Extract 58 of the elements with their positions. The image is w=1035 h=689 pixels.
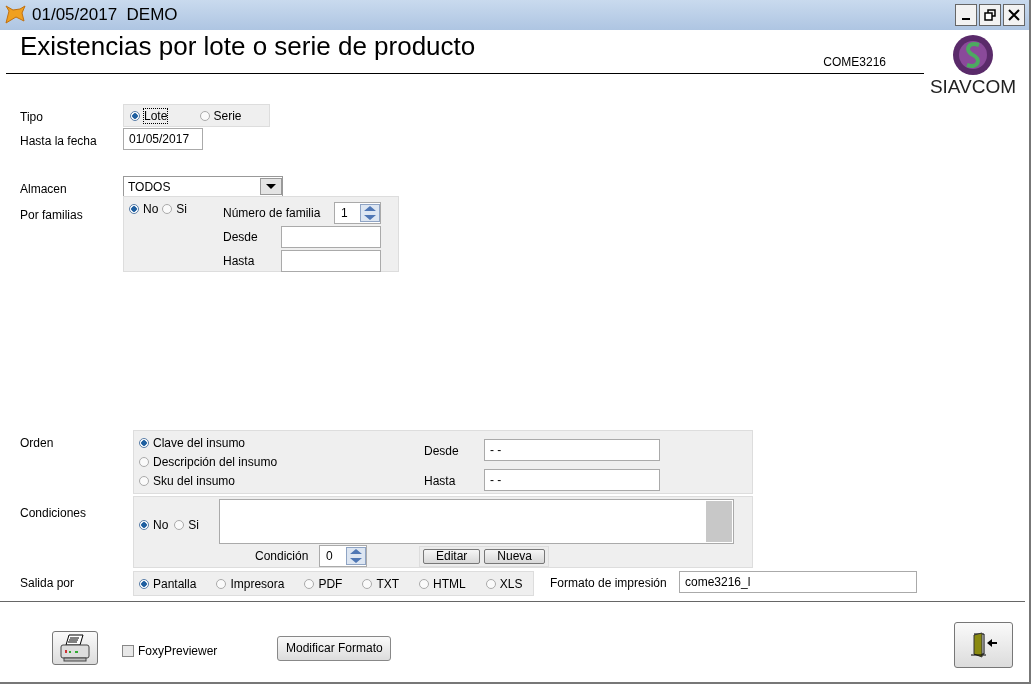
door-exit-icon [969, 632, 998, 658]
restore-icon [984, 9, 996, 21]
radio-option[interactable]: XLS [485, 576, 523, 591]
field-label: Número de familia [223, 205, 322, 222]
to-field[interactable] [281, 250, 381, 272]
field-label: Condiciones [20, 505, 88, 520]
field-label: Salida por [20, 575, 76, 590]
radio-option[interactable]: Si [174, 505, 199, 544]
spinner-arrows-icon [360, 204, 380, 222]
restore-button[interactable] [979, 4, 1001, 26]
radio-option[interactable]: Serie [199, 108, 269, 123]
field-label: Hasta la fecha [20, 133, 98, 148]
printer-icon [59, 634, 91, 662]
field-label: Desde [223, 229, 259, 246]
radio-option[interactable]: Si [162, 202, 187, 216]
radio-option[interactable]: PDF [304, 576, 343, 591]
radio-option[interactable]: HTML [419, 576, 466, 591]
modify-format-button[interactable]: Modificar Formato [277, 635, 392, 661]
minimize-icon [962, 18, 970, 20]
close-button[interactable] [1003, 4, 1025, 26]
condition-spinner[interactable]: 0 [319, 545, 367, 567]
date-field[interactable]: 01/05/2017 [123, 128, 203, 150]
radio-option[interactable]: Sku del insumo [139, 474, 236, 488]
radio-option[interactable]: TXT [362, 576, 400, 591]
print-button[interactable] [52, 631, 98, 665]
form-code: COME3216 [823, 55, 886, 69]
field-label: Tipo [20, 109, 44, 124]
radio-option[interactable]: No [139, 505, 169, 544]
minimize-button[interactable] [955, 4, 977, 26]
from-field[interactable]: - - [484, 438, 660, 461]
radio-option[interactable]: Clave del insumo [139, 436, 246, 450]
close-icon [1008, 9, 1020, 21]
field-label: Desde [424, 442, 460, 458]
from-field[interactable] [281, 226, 381, 248]
radio-option[interactable]: Pantalla [139, 576, 197, 591]
to-field[interactable]: - - [484, 468, 660, 491]
field-label: Condición [255, 549, 310, 563]
exit-button[interactable] [954, 622, 1013, 668]
field-label: Hasta [424, 472, 457, 488]
family-number-spinner[interactable]: 1 [334, 202, 381, 224]
field-label: Almacen [20, 181, 68, 196]
print-format-field[interactable]: come3216_l [679, 571, 917, 593]
logo-text: SIAVCOM [929, 77, 1017, 97]
spinner-arrows-icon [346, 547, 366, 565]
field-label: Formato de impresión [550, 575, 668, 590]
radio-option[interactable]: Impresora [216, 576, 285, 591]
condition-button[interactable]: Nueva [484, 548, 546, 564]
radio-option[interactable]: No [129, 202, 159, 216]
radio-option[interactable]: Descripción del insumo [139, 455, 278, 469]
condition-button[interactable]: Editar [423, 548, 481, 564]
scrollbar[interactable] [706, 501, 732, 542]
foxypreviewer-checkbox[interactable]: FoxyPreviewer [122, 643, 218, 658]
window-title: 01/05/2017 DEMO [32, 5, 178, 25]
form-title: Existencias por lote o serie de producto [20, 31, 476, 62]
field-label: Hasta [223, 253, 256, 270]
field-label: Por familias [20, 207, 84, 222]
field-label: Orden [20, 435, 55, 450]
radio-option[interactable]: Lote [130, 108, 200, 123]
